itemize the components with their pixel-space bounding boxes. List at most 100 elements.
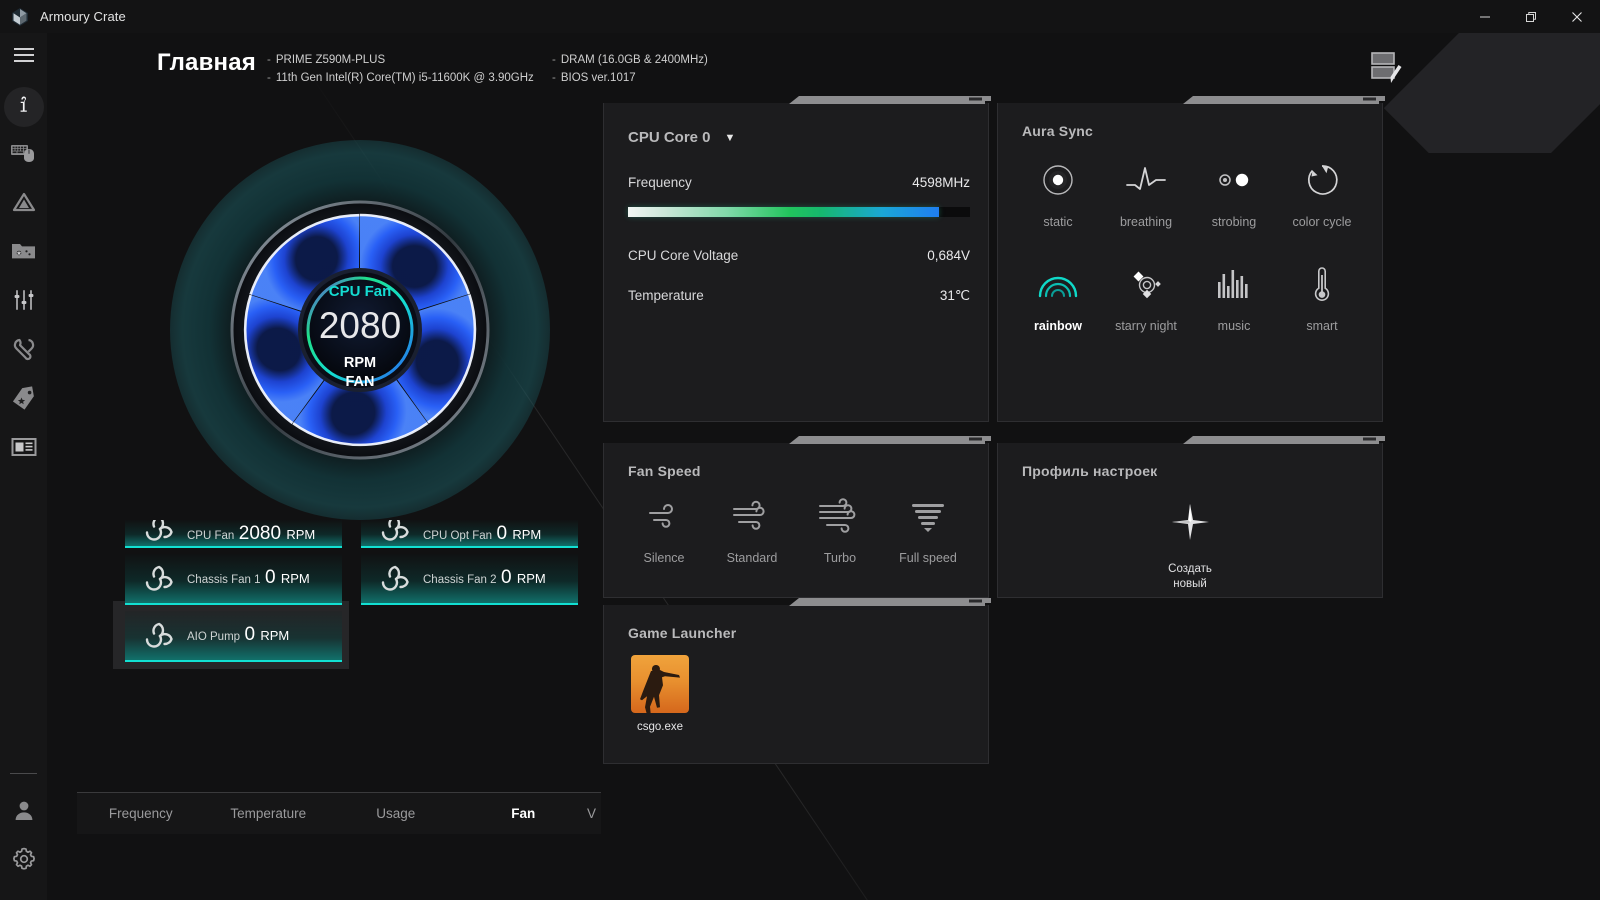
wind-medium-icon	[730, 495, 774, 537]
close-icon[interactable]	[1554, 0, 1600, 33]
aura-effect-label: static	[1043, 215, 1073, 229]
gauge-label: CPU Fan	[329, 283, 392, 300]
aura-effect-label: color cycle	[1292, 215, 1352, 229]
fan-mode-label: Silence	[643, 551, 685, 565]
aura-effect-rainbow[interactable]: rainbow	[1014, 263, 1102, 333]
armoury-crate-window: Armoury Crate Главная - PRIME Z590M-PLUS…	[0, 0, 1600, 900]
fan-blades-icon	[137, 520, 183, 546]
starry-night-icon	[1125, 263, 1167, 305]
metric-label: CPU Core Voltage	[628, 248, 739, 263]
aura-effect-smart[interactable]: smart	[1278, 263, 1366, 333]
aura-sync-panel: Aura Sync static breathing strobing colo…	[997, 96, 1385, 422]
tab-frequency[interactable]: Frequency	[77, 806, 205, 821]
sidebar-item-devices[interactable]	[0, 131, 47, 180]
game-tile-csgo[interactable]: csgo.exe	[631, 655, 689, 733]
gauge-sublabel: FAN	[346, 374, 375, 390]
panel-header-decor	[603, 597, 991, 606]
cpu-fan-dial-icon[interactable]: CPU Fan 2080 RPM FAN	[150, 120, 570, 540]
aura-effect-static[interactable]: static	[1014, 159, 1102, 229]
sysinfo-column-2: - DRAM (16.0GB & 2400MHz) - BIOS ver.1017	[552, 51, 708, 87]
fan-cards-row-1: CPU Fan 2080 RPM CPU Opt Fan 0 RPM	[125, 520, 578, 554]
sidebar-item-tools[interactable]	[0, 327, 47, 376]
aura-effect-music[interactable]: music	[1190, 263, 1278, 333]
aura-effect-starry-night[interactable]: starry night	[1102, 263, 1190, 333]
fan-card-slot: Chassis Fan 1 0 RPM	[125, 554, 342, 611]
sidebar-divider	[10, 773, 37, 774]
create-profile-label: Создать новый	[1168, 563, 1212, 590]
tab-temperature[interactable]: Temperature	[205, 806, 333, 821]
sidebar-item-news[interactable]	[0, 425, 47, 474]
restore-icon[interactable]	[1508, 0, 1554, 33]
tab-usage[interactable]: Usage	[332, 806, 460, 821]
fan-card-cpu-opt-fan[interactable]: CPU Opt Fan 0 RPM	[361, 520, 578, 548]
metric-tab-bar: Frequency Temperature Usage Fan	[77, 792, 587, 834]
fan-card-name: CPU Opt Fan	[423, 530, 493, 542]
sysinfo-column-1: - PRIME Z590M-PLUS -11th Gen Intel(R) Cor…	[267, 51, 534, 87]
aura-effect-label: breathing	[1119, 215, 1173, 229]
fan-blades-icon	[373, 562, 419, 596]
news-window-icon	[11, 436, 37, 463]
minimize-icon[interactable]	[1462, 0, 1508, 33]
fan-blades-icon	[137, 562, 183, 596]
create-profile-button[interactable]: Создать новый	[998, 499, 1382, 592]
metric-value: 4598MHz	[912, 175, 970, 190]
fan-mode-silence[interactable]: Silence	[620, 495, 708, 565]
fan-card-text: CPU Fan 2080 RPM	[187, 523, 315, 546]
panel-title: Aura Sync	[1022, 123, 1094, 139]
fan-card-aio-pump[interactable]: AIO Pump 0 RPM	[125, 611, 342, 662]
sidebar-item-deals[interactable]	[0, 376, 47, 425]
panel-header-decor	[603, 435, 991, 444]
sidebar-item-settings[interactable]	[0, 837, 47, 886]
aura-triangle-icon	[11, 191, 37, 218]
aura-effect-breathing[interactable]: breathing	[1102, 159, 1190, 229]
panel-header-decor	[997, 435, 1385, 444]
plus-icon	[1167, 499, 1213, 550]
fan-cards-row-3: AIO Pump 0 RPM	[113, 601, 578, 669]
cpu-core-selector[interactable]: CPU Core 0 ▼	[628, 129, 735, 146]
aura-effect-label: music	[1217, 319, 1251, 333]
sidebar-item-game-library[interactable]	[0, 229, 47, 278]
frequency-bar-fill	[628, 207, 940, 217]
breathing-wave-icon	[1125, 159, 1167, 201]
fan-mode-turbo[interactable]: Turbo	[796, 495, 884, 565]
fan-blades-icon	[137, 619, 183, 653]
metric-label: Temperature	[628, 288, 704, 303]
rainbow-arcs-icon	[1037, 263, 1079, 305]
game-launcher-panel: Game Launcher csgo.exe	[603, 598, 991, 764]
panel-title: Fan Speed	[628, 463, 701, 479]
aura-effect-grid: static breathing strobing color cycle ra…	[1014, 159, 1366, 333]
hamburger-menu-icon[interactable]	[0, 33, 47, 82]
sidebar-item-user-account[interactable]	[0, 788, 47, 837]
fan-card-text: AIO Pump 0 RPM	[187, 624, 289, 647]
sidebar-item-scenario[interactable]	[0, 278, 47, 327]
fan-mode-standard[interactable]: Standard	[708, 495, 796, 565]
metric-row-voltage: CPU Core Voltage 0,684V	[628, 248, 970, 263]
fan-card-chassis-fan-1[interactable]: Chassis Fan 1 0 RPM	[125, 554, 342, 605]
fan-card-value: 0 RPM	[264, 567, 310, 588]
chevron-down-icon: ▼	[724, 131, 736, 144]
edit-layout-icon[interactable]	[1364, 45, 1410, 89]
fan-card-name: Chassis Fan 2	[423, 574, 497, 586]
fan-blades-icon	[373, 520, 419, 546]
sidebar-item-aura-sync[interactable]	[0, 180, 47, 229]
aura-effect-label: smart	[1306, 319, 1338, 333]
tab-voltage-clipped[interactable]: V	[587, 792, 601, 834]
strobing-dots-icon	[1213, 159, 1255, 201]
tab-fan[interactable]: Fan	[460, 806, 588, 821]
fan-mode-full-speed[interactable]: Full speed	[884, 495, 972, 565]
fan-card-text: CPU Opt Fan 0 RPM	[423, 523, 541, 546]
fan-card-chassis-fan-2[interactable]: Chassis Fan 2 0 RPM	[361, 554, 578, 605]
fan-card-slot: Chassis Fan 2 0 RPM	[361, 554, 578, 611]
aura-effect-color-cycle[interactable]: color cycle	[1278, 159, 1366, 229]
title-bar: Armoury Crate	[0, 0, 1600, 33]
fan-card-text: Chassis Fan 1 0 RPM	[187, 567, 310, 590]
sidebar-item-home[interactable]	[0, 82, 47, 131]
wind-light-icon	[644, 495, 684, 537]
aura-effect-strobing[interactable]: strobing	[1190, 159, 1278, 229]
fan-card-name: CPU Fan	[187, 530, 235, 542]
window-title: Armoury Crate	[40, 9, 126, 24]
hamburger-glyph	[13, 48, 34, 67]
fan-card-slot: CPU Opt Fan 0 RPM	[361, 520, 578, 554]
fan-card-slot: CPU Fan 2080 RPM	[125, 520, 342, 554]
fan-card-cpu-fan[interactable]: CPU Fan 2080 RPM	[125, 520, 342, 548]
